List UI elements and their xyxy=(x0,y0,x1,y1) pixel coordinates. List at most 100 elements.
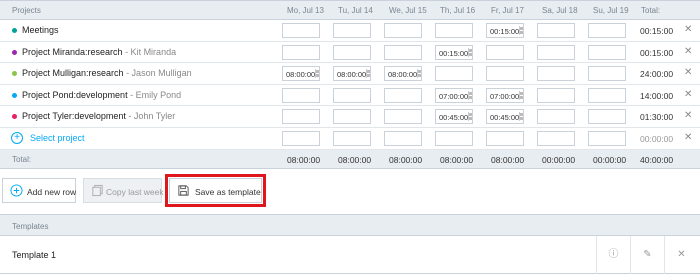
row-total: 01:30:00 xyxy=(640,112,674,123)
project-color-dot xyxy=(12,71,17,77)
floppy-icon xyxy=(178,185,189,196)
stepper-icon[interactable] xyxy=(366,69,370,79)
time-input[interactable]: 08:00:00 xyxy=(384,66,422,82)
close-icon[interactable]: ✕ xyxy=(684,25,692,35)
add-new-row-label: Add new row xyxy=(27,187,77,197)
time-input[interactable] xyxy=(333,44,371,60)
close-icon[interactable]: ✕ xyxy=(684,68,692,78)
time-input[interactable] xyxy=(537,109,575,125)
time-input[interactable] xyxy=(588,66,626,82)
time-input[interactable] xyxy=(384,109,422,125)
day-total: 00:00:00 xyxy=(593,154,627,165)
client-name: - Jason Mulligan xyxy=(126,68,192,79)
time-input[interactable] xyxy=(435,66,473,82)
time-input[interactable] xyxy=(333,23,371,38)
pencil-icon[interactable]: ✎ xyxy=(630,236,664,274)
project-color-dot xyxy=(12,92,17,98)
row-total: 24:00:00 xyxy=(640,69,674,80)
day-total: 08:00:00 xyxy=(338,154,372,165)
time-input[interactable] xyxy=(486,44,524,60)
select-project-link[interactable]: Select project xyxy=(30,133,85,143)
time-input[interactable] xyxy=(333,109,371,125)
time-input[interactable] xyxy=(282,109,320,125)
time-input[interactable] xyxy=(435,23,473,38)
table-row: Meetings 00:15:00 00:15:00 ✕ xyxy=(0,20,700,42)
time-input[interactable] xyxy=(282,23,320,38)
time-input[interactable] xyxy=(282,87,320,103)
stepper-icon[interactable] xyxy=(468,90,472,100)
close-icon[interactable]: ✕ xyxy=(684,132,692,143)
time-input[interactable] xyxy=(384,23,422,38)
stepper-icon[interactable] xyxy=(468,112,472,122)
time-input[interactable] xyxy=(537,130,575,146)
time-input[interactable] xyxy=(588,109,626,125)
time-input[interactable] xyxy=(384,130,422,146)
stepper-icon[interactable] xyxy=(468,47,472,57)
project-name[interactable]: Project Miranda:research - Kit Miranda xyxy=(22,47,176,57)
stepper-icon[interactable] xyxy=(315,69,319,79)
time-input[interactable] xyxy=(588,44,626,60)
time-input[interactable]: 00:45:00 xyxy=(486,109,524,125)
save-as-template-button[interactable]: Save as template xyxy=(165,174,266,207)
header-day-sun: Su, Jul 19 xyxy=(593,6,629,15)
table-row: Project Pond:development - Emily Pond 07:… xyxy=(0,85,700,107)
stepper-icon[interactable] xyxy=(519,26,523,35)
close-icon[interactable]: ✕ xyxy=(684,89,692,100)
header-day-thu: Th, Jul 16 xyxy=(440,6,476,15)
time-input[interactable]: 08:00:00 xyxy=(333,66,371,82)
day-total: 08:00:00 xyxy=(287,154,321,165)
copy-last-week-label: Copy last week xyxy=(106,187,164,197)
header-projects: Projects xyxy=(12,6,41,15)
time-input[interactable]: 08:00:00 xyxy=(282,66,320,82)
time-input[interactable] xyxy=(384,87,422,103)
time-input[interactable]: 07:00:00 xyxy=(435,87,473,103)
client-name: - Kit Miranda xyxy=(125,46,177,57)
table-header: Projects Mo, Jul 13 Tu, Jul 14 We, Jul 1… xyxy=(0,1,700,20)
stepper-icon[interactable] xyxy=(417,69,421,79)
row-total: 00:00:00 xyxy=(640,133,674,144)
add-new-row-button[interactable]: Add new row xyxy=(2,178,76,203)
plus-circle-icon[interactable]: + xyxy=(11,131,23,144)
close-icon[interactable]: ✕ xyxy=(684,46,692,57)
time-input[interactable] xyxy=(282,44,320,60)
info-icon[interactable]: ⓘ xyxy=(596,236,630,274)
row-total: 14:00:00 xyxy=(640,90,674,101)
stepper-icon[interactable] xyxy=(519,112,523,122)
time-input[interactable] xyxy=(588,87,626,103)
header-total: Total: xyxy=(641,6,661,15)
time-input[interactable] xyxy=(486,130,524,146)
header-day-fri: Fr, Jul 17 xyxy=(491,6,524,15)
copy-icon xyxy=(92,184,103,197)
project-name[interactable]: Meetings xyxy=(22,25,59,35)
time-input[interactable] xyxy=(435,130,473,146)
time-input[interactable] xyxy=(333,130,371,146)
action-bar: Add new row Copy last week Save as templ… xyxy=(0,174,700,207)
close-icon[interactable]: ✕ xyxy=(664,236,698,274)
time-input[interactable] xyxy=(588,23,626,38)
close-icon[interactable]: ✕ xyxy=(684,111,692,121)
time-input[interactable]: 00:15:00 xyxy=(435,44,473,60)
time-input[interactable]: 00:45:00 xyxy=(435,109,473,125)
header-day-tue: Tu, Jul 14 xyxy=(338,6,373,15)
template-row[interactable]: Template 1 ⓘ ✎ ✕ xyxy=(0,236,700,274)
time-input[interactable] xyxy=(537,87,575,103)
day-total: 00:00:00 xyxy=(542,154,576,165)
time-input[interactable] xyxy=(588,130,626,146)
copy-last-week-button[interactable]: Copy last week xyxy=(83,178,164,203)
time-input[interactable] xyxy=(537,23,575,38)
stepper-icon[interactable] xyxy=(519,90,523,100)
time-input[interactable] xyxy=(537,66,575,82)
time-input[interactable] xyxy=(384,44,422,60)
project-name[interactable]: Project Mulligan:research - Jason Mullig… xyxy=(22,68,192,78)
time-input[interactable]: 07:00:00 xyxy=(486,87,524,103)
table-row: Project Tyler:development - John Tyler 00… xyxy=(0,106,700,128)
time-input[interactable] xyxy=(486,66,524,82)
time-input[interactable]: 00:15:00 xyxy=(486,23,524,38)
project-color-dot xyxy=(12,114,17,120)
time-input[interactable] xyxy=(333,87,371,103)
time-input[interactable] xyxy=(282,130,320,146)
project-name[interactable]: Project Pond:development - Emily Pond xyxy=(22,90,181,100)
time-input[interactable] xyxy=(537,44,575,60)
project-name[interactable]: Project Tyler:development - John Tyler xyxy=(22,111,175,121)
header-day-mon: Mo, Jul 13 xyxy=(287,6,324,15)
